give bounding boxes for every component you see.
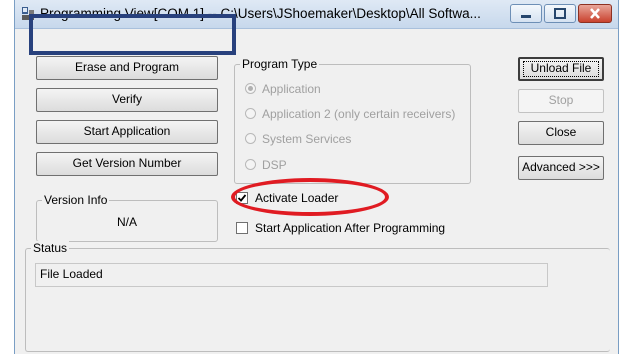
status-label: Status [31,241,70,255]
verify-button[interactable]: Verify [36,88,218,112]
radio-application-label: Application [262,82,321,96]
programming-view-window: Programming View[COM 1] -- C:\Users\JSho… [14,0,619,354]
close-label: Close [545,125,577,139]
program-type-label: Program Type [240,57,320,71]
version-info-group: Version Info N/A [36,193,218,242]
advanced-button[interactable]: Advanced >>> [518,156,604,180]
verify-label: Verify [111,92,142,106]
get-version-number-button[interactable]: Get Version Number [36,152,218,176]
stop-button[interactable]: Stop [518,89,604,113]
minimize-button[interactable] [510,4,542,23]
start-after-programming-label: Start Application After Programming [255,221,446,235]
checkbox-box [236,222,248,234]
close-button[interactable]: Close [518,121,604,145]
erase-and-program-label: Erase and Program [74,60,180,74]
maximize-button[interactable] [544,4,576,23]
radio-system-services-label: System Services [262,132,352,146]
unload-file-button[interactable]: Unload File [518,57,604,81]
advanced-label: Advanced >>> [522,160,600,174]
radio-indicator [245,83,256,94]
window-close-button[interactable] [578,4,612,23]
minimize-icon [521,15,531,18]
highlight-rectangle [29,14,236,55]
radio-indicator [245,108,256,119]
maximize-icon [554,8,566,19]
focus-rectangle [523,61,599,77]
version-info-value: N/A [116,215,137,229]
radio-indicator [245,159,256,170]
stop-label: Stop [548,93,574,107]
close-icon [590,8,600,19]
get-version-number-label: Get Version Number [72,156,182,170]
radio-indicator [245,133,256,144]
status-text: File Loaded [40,267,103,281]
highlight-ellipse [231,178,389,216]
erase-and-program-button[interactable]: Erase and Program [36,56,218,80]
radio-dsp-label: DSP [262,158,287,172]
start-after-programming-checkbox[interactable]: Start Application After Programming [236,221,476,237]
start-application-button[interactable]: Start Application [36,120,218,144]
radio-application-2-label: Application 2 (only certain receivers) [262,107,456,121]
program-type-group: Program Type Application Application 2 (… [234,57,471,184]
status-field: File Loaded [35,263,548,287]
version-info-label: Version Info [42,193,110,207]
start-application-label: Start Application [83,124,171,138]
